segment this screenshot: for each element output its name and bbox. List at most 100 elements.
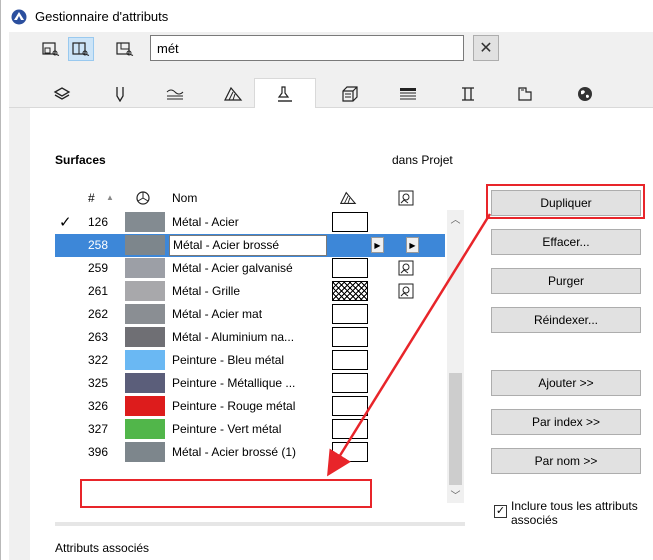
table-row[interactable]: 325 Peinture - Métallique ... xyxy=(55,372,445,395)
row-name: Métal - Acier mat xyxy=(172,307,263,321)
scroll-thumb[interactable] xyxy=(449,373,462,485)
popup-arrow-icon[interactable]: ▶ xyxy=(406,237,419,253)
row-index: 259 xyxy=(88,261,109,275)
color-swatch xyxy=(125,373,165,393)
table-row[interactable]: 262 Métal - Acier mat xyxy=(55,303,445,326)
table-row[interactable]: 326 Peinture - Rouge métal xyxy=(55,395,445,418)
panel-divider[interactable] xyxy=(55,522,465,526)
column-number[interactable]: # xyxy=(88,191,95,205)
view-compare-button[interactable] xyxy=(112,37,138,61)
color-swatch xyxy=(125,281,165,301)
clear-search-button[interactable]: ✕ xyxy=(473,35,499,61)
tab-surfaces[interactable] xyxy=(254,78,316,108)
texture-icon xyxy=(398,260,414,276)
fill-preview[interactable] xyxy=(332,442,368,462)
column-name[interactable]: Nom xyxy=(172,191,197,205)
color-swatch xyxy=(125,258,165,278)
table-row[interactable]: 327 Peinture - Vert métal xyxy=(55,418,445,441)
window-title: Gestionnaire d'attributs xyxy=(35,9,169,24)
fill-preview[interactable] xyxy=(332,235,368,255)
zone-icon xyxy=(518,87,532,101)
by-index-button[interactable]: Par index >> xyxy=(491,409,641,435)
row-index: 322 xyxy=(88,353,109,367)
purge-button[interactable]: Purger xyxy=(491,268,641,294)
view-list-button[interactable] xyxy=(38,37,64,61)
table-row[interactable]: 259 Métal - Acier galvanisé xyxy=(55,257,445,280)
list-scrollbar[interactable]: ︿ ﹀ xyxy=(447,210,464,503)
pen-icon xyxy=(116,87,124,102)
surface-icon xyxy=(277,85,292,102)
fill-preview[interactable] xyxy=(332,212,368,232)
surface-list: # ▲ Nom ✓ 126 Métal - Acier 258 Métal - Acie… xyxy=(55,186,465,511)
by-name-button[interactable]: Par nom >> xyxy=(491,448,641,474)
composite-icon xyxy=(400,88,416,100)
tab-zones[interactable] xyxy=(494,80,556,108)
add-button[interactable]: Ajouter >> xyxy=(491,370,641,396)
fill-preview[interactable] xyxy=(332,304,368,324)
row-name-edit-field[interactable]: Métal - Acier brossé xyxy=(169,235,327,256)
tab-composites[interactable] xyxy=(377,80,439,108)
reindex-button[interactable]: Réindexer... xyxy=(491,307,641,333)
duplicate-highlight-box xyxy=(486,184,645,219)
view-split-button[interactable] xyxy=(68,37,94,61)
fill-preview[interactable] xyxy=(332,396,368,416)
layers-icon xyxy=(53,87,71,100)
row-index: 326 xyxy=(88,399,109,413)
view-list-icon xyxy=(42,42,60,56)
tab-building-materials[interactable] xyxy=(319,80,381,108)
color-swatch xyxy=(125,235,165,255)
texture-column-icon xyxy=(398,190,414,206)
table-row[interactable]: 258 Métal - Acier brossé ▶ ▶ xyxy=(55,234,445,257)
row-name: Peinture - Bleu métal xyxy=(172,353,285,367)
color-swatch xyxy=(125,350,165,370)
color-swatch xyxy=(125,419,165,439)
row-name: Peinture - Rouge métal xyxy=(172,399,296,413)
fill-preview[interactable] xyxy=(332,281,368,301)
scroll-down-icon[interactable]: ﹀ xyxy=(447,486,464,503)
delete-button[interactable]: Effacer... xyxy=(491,229,641,255)
tab-globe[interactable] xyxy=(554,80,616,108)
fill-column-icon xyxy=(339,191,357,204)
row-name: Peinture - Vert métal xyxy=(172,422,282,436)
table-row[interactable]: 322 Peinture - Bleu métal xyxy=(55,349,445,372)
row-name: Métal - Acier xyxy=(172,215,239,229)
popup-arrow-icon[interactable]: ▶ xyxy=(371,237,384,253)
color-swatch xyxy=(125,442,165,462)
include-all-checkbox[interactable]: ✓ xyxy=(494,505,507,518)
attribute-manager-window: Gestionnaire d'attributs ✕ xyxy=(0,0,653,560)
row-index: 263 xyxy=(88,330,109,344)
color-wheel-icon xyxy=(136,191,150,205)
row-name: Métal - Acier galvanisé xyxy=(172,261,293,275)
row-index: 262 xyxy=(88,307,109,321)
fill-preview[interactable] xyxy=(332,373,368,393)
line-type-icon xyxy=(166,89,184,100)
fill-icon xyxy=(224,86,243,101)
scroll-up-icon[interactable]: ︿ xyxy=(447,210,464,227)
row-index: 126 xyxy=(88,215,109,229)
include-all-label: Inclure tous les attributs associés xyxy=(511,499,638,527)
tab-line-types[interactable] xyxy=(144,80,206,108)
tab-layers[interactable] xyxy=(31,80,93,108)
row-index: 325 xyxy=(88,376,109,390)
profile-icon xyxy=(462,87,474,101)
table-row[interactable]: ✓ 126 Métal - Acier xyxy=(55,211,445,234)
table-row[interactable]: 396 Métal - Acier brossé (1) xyxy=(55,441,445,464)
fill-preview[interactable] xyxy=(332,419,368,439)
table-row[interactable]: 263 Métal - Aluminium na... xyxy=(55,326,445,349)
color-swatch xyxy=(125,304,165,324)
row-name: Métal - Acier brossé (1) xyxy=(172,445,297,459)
tab-profiles[interactable] xyxy=(437,80,499,108)
table-row[interactable]: 261 Métal - Grille xyxy=(55,280,445,303)
color-swatch xyxy=(125,396,165,416)
tab-pens[interactable] xyxy=(89,80,151,108)
sort-ascending-icon: ▲ xyxy=(106,193,114,202)
row-index: 258 xyxy=(88,238,109,252)
search-input[interactable] xyxy=(150,35,464,61)
fill-preview[interactable] xyxy=(332,258,368,278)
attribute-type-tabs xyxy=(9,78,653,108)
row-name: Peinture - Métallique ... xyxy=(172,376,296,390)
fill-preview[interactable] xyxy=(332,350,368,370)
list-header: # ▲ Nom xyxy=(55,186,445,210)
fill-preview[interactable] xyxy=(332,327,368,347)
new-row-highlight-box xyxy=(80,479,372,508)
